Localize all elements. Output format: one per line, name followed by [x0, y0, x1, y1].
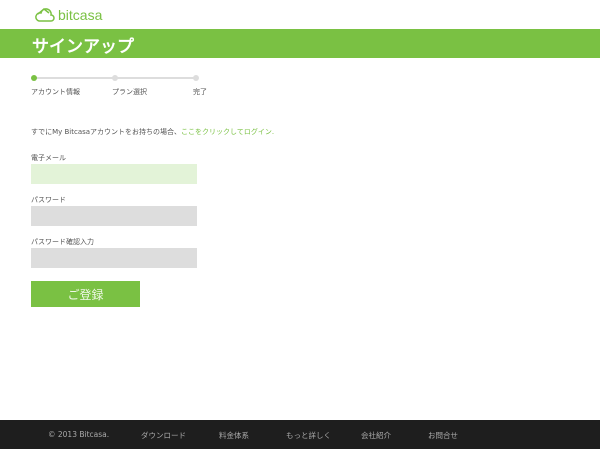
login-prompt-text: すでにMy Bitcasaアカウントをお持ちの場合、	[31, 128, 182, 136]
register-button[interactable]: ご登録	[31, 281, 140, 307]
step-dot-1	[31, 75, 37, 81]
step-dot-3	[193, 75, 199, 81]
login-prompt: すでにMy Bitcasaアカウントをお持ちの場合、ここをクリックしてログイン.	[31, 127, 274, 137]
copyright: © 2013 Bitcasa.	[48, 430, 110, 439]
footer-link-download[interactable]: ダウンロード	[141, 430, 186, 441]
header-bar: サインアップ	[0, 29, 600, 58]
footer-link-contact[interactable]: お問合せ	[428, 430, 458, 441]
password-label: パスワード	[31, 196, 66, 204]
login-link[interactable]: ここをクリックしてログイン.	[181, 128, 274, 136]
confirm-password-label: パスワード確認入力	[31, 238, 94, 246]
page-title: サインアップ	[32, 37, 134, 57]
step-label-complete: 完了	[193, 88, 207, 96]
footer: © 2013 Bitcasa. ダウンロード 料金体系 もっと詳しく 会社紹介 …	[0, 420, 600, 449]
email-field[interactable]	[31, 164, 197, 184]
email-label: 電子メール	[31, 154, 66, 162]
bitcasa-logo[interactable]: bitcasa	[35, 7, 102, 23]
step-dot-2	[112, 75, 118, 81]
footer-link-pricing[interactable]: 料金体系	[219, 430, 249, 441]
step-label-plan: プラン選択	[112, 88, 147, 96]
logo-text: bitcasa	[58, 7, 103, 23]
confirm-password-field[interactable]	[31, 248, 197, 268]
footer-link-company[interactable]: 会社紹介	[361, 430, 391, 441]
step-label-account: アカウント情報	[31, 88, 80, 96]
cloud-icon	[35, 8, 55, 22]
footer-link-learn-more[interactable]: もっと詳しく	[286, 430, 331, 441]
password-field[interactable]	[31, 206, 197, 226]
